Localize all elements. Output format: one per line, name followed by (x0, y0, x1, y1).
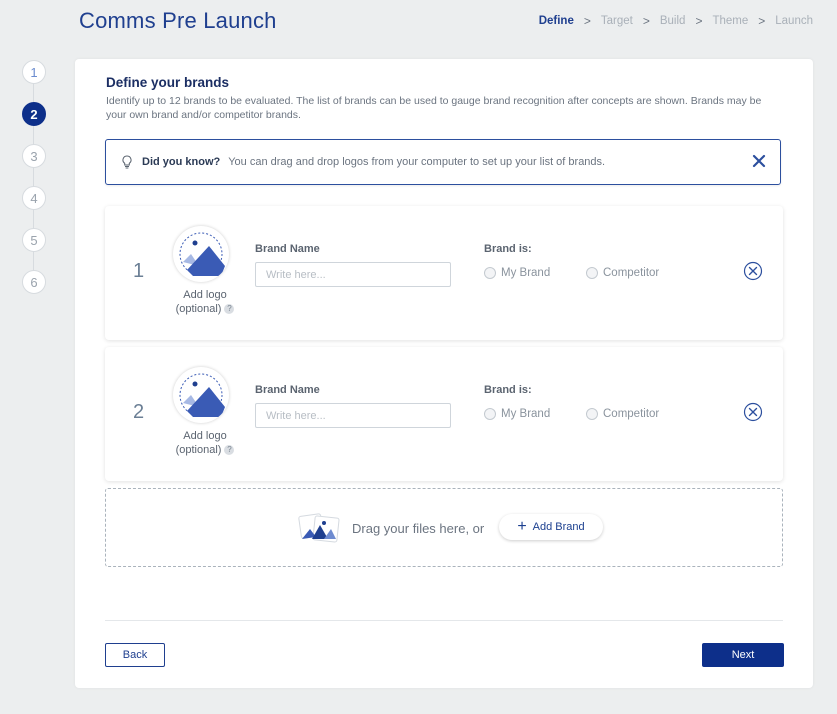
add-logo-text: Add logo (183, 430, 227, 442)
lightbulb-icon (122, 155, 132, 169)
breadcrumb-theme[interactable]: Theme (712, 15, 748, 27)
breadcrumb-build[interactable]: Build (660, 15, 686, 27)
footer-divider (105, 620, 783, 621)
step-2[interactable]: 2 (22, 102, 46, 126)
radio-label: Competitor (603, 408, 660, 420)
optional-text: (optional) (175, 444, 222, 456)
chevron-right-icon: > (758, 14, 766, 28)
radio-circle-icon (586, 408, 598, 420)
radio-label: My Brand (501, 267, 551, 279)
app-title: Comms Pre Launch (79, 8, 277, 33)
tip-heading: Did you know? (142, 156, 221, 168)
dropzone-text: Drag your files here, or (352, 521, 485, 536)
remove-brand-icon[interactable] (743, 402, 763, 422)
step-5[interactable]: 5 (22, 228, 46, 252)
my-brand-radio[interactable]: My Brand (484, 408, 550, 420)
brand-name-input[interactable] (255, 403, 451, 428)
brand-number: 1 (133, 260, 145, 282)
image-placeholder-icon (179, 232, 225, 276)
close-icon[interactable] (752, 154, 766, 168)
section-description: Identify up to 12 brands to be evaluated… (106, 95, 762, 121)
add-logo-text: Add logo (183, 289, 227, 301)
chevron-right-icon: > (695, 14, 703, 28)
step-6[interactable]: 6 (22, 270, 46, 294)
chevron-right-icon: > (642, 14, 650, 28)
help-icon[interactable]: ? (224, 304, 235, 315)
brand-name-input[interactable] (255, 262, 451, 287)
section-title: Define your brands (106, 75, 230, 90)
radio-circle-icon (586, 267, 598, 279)
radio-label: My Brand (501, 408, 551, 420)
radio-circle-icon (484, 267, 496, 279)
add-logo-label: Add logo (optional)? (165, 429, 245, 457)
tip-text: You can drag and drop logos from your co… (228, 156, 606, 168)
brand-row: 2 Add logo (optional)? Brand Name Brand … (105, 347, 783, 481)
brand-name-label: Brand Name (255, 384, 320, 396)
breadcrumb-define[interactable]: Define (539, 15, 574, 27)
chevron-right-icon: > (583, 14, 591, 28)
brand-type-label: Brand is: (484, 243, 532, 255)
add-logo-label: Add logo (optional)? (165, 288, 245, 316)
back-button[interactable]: Back (105, 643, 165, 667)
step-4[interactable]: 4 (22, 186, 46, 210)
breadcrumb-launch[interactable]: Launch (775, 15, 813, 27)
file-dropzone[interactable]: Drag your files here, or + Add Brand (105, 488, 783, 567)
step-1[interactable]: 1 (22, 60, 46, 84)
step-3[interactable]: 3 (22, 144, 46, 168)
radio-label: Competitor (603, 267, 660, 279)
brand-row: 1 Add logo (optional)? Brand Name Brand … (105, 206, 783, 340)
next-button[interactable]: Next (702, 643, 784, 667)
competitor-radio[interactable]: Competitor (586, 408, 659, 420)
main-card: Define your brands Identify up to 12 bra… (75, 59, 813, 688)
optional-text: (optional) (175, 303, 222, 315)
add-brand-label: Add Brand (532, 521, 585, 533)
brand-type-label: Brand is: (484, 384, 532, 396)
plus-icon: + (517, 518, 527, 535)
remove-brand-icon[interactable] (743, 261, 763, 281)
breadcrumb: Define > Target > Build > Theme > Launch (539, 14, 813, 28)
competitor-radio[interactable]: Competitor (586, 267, 659, 279)
breadcrumb-target[interactable]: Target (601, 15, 633, 27)
logo-upload[interactable] (173, 226, 229, 282)
images-icon (294, 511, 342, 545)
tip-banner: Did you know? You can drag and drop logo… (105, 139, 781, 185)
add-brand-button[interactable]: + Add Brand (499, 514, 603, 540)
help-icon[interactable]: ? (224, 445, 235, 456)
brand-number: 2 (133, 401, 145, 423)
image-placeholder-icon (179, 373, 225, 417)
brand-name-label: Brand Name (255, 243, 320, 255)
my-brand-radio[interactable]: My Brand (484, 267, 550, 279)
logo-upload[interactable] (173, 367, 229, 423)
radio-circle-icon (484, 408, 496, 420)
